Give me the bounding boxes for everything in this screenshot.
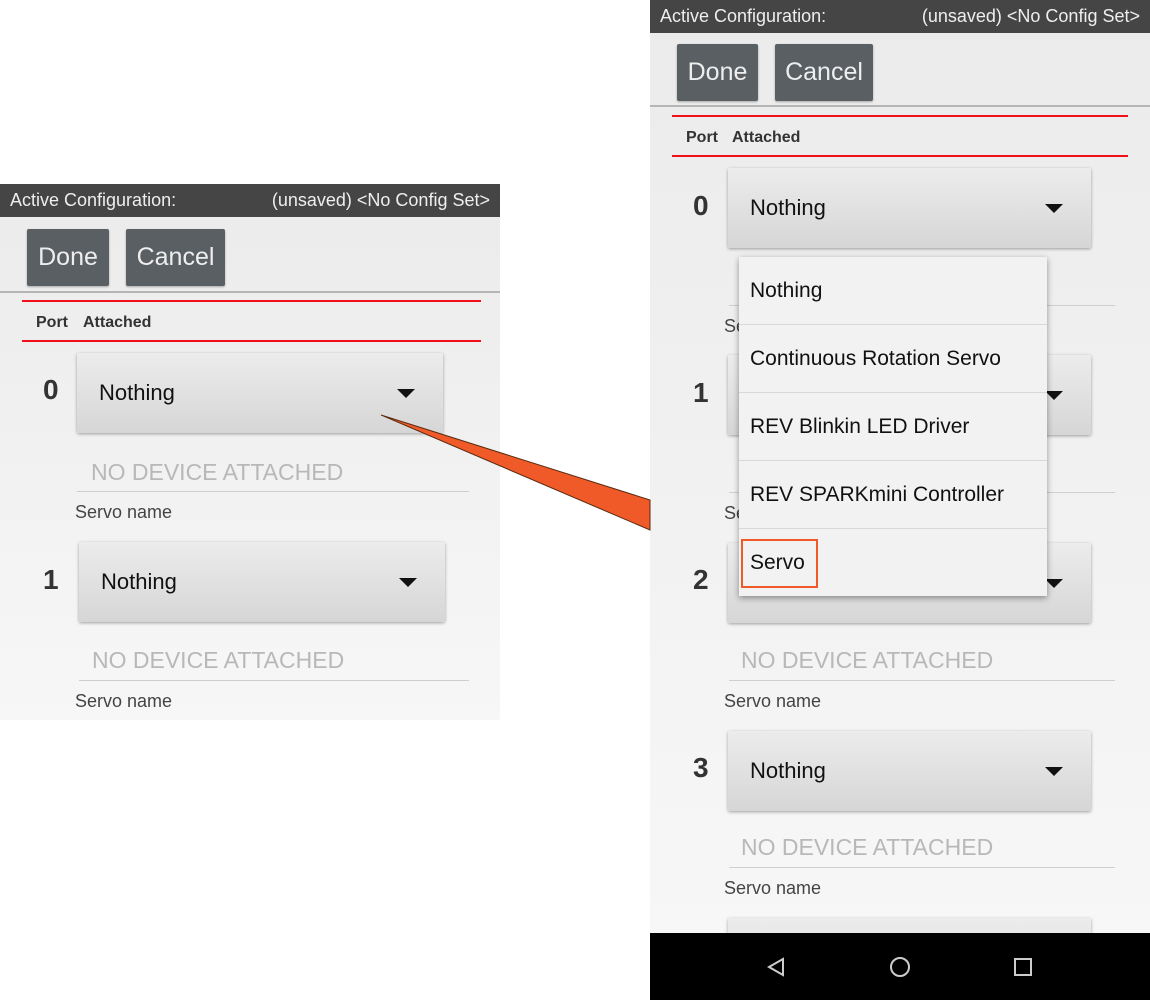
back-icon[interactable] bbox=[766, 957, 786, 977]
home-icon[interactable] bbox=[889, 956, 911, 978]
callout-arrow bbox=[380, 414, 651, 531]
android-nav-bar bbox=[650, 933, 1150, 1000]
callout-wedge bbox=[380, 414, 651, 531]
recents-icon[interactable] bbox=[1014, 958, 1032, 976]
